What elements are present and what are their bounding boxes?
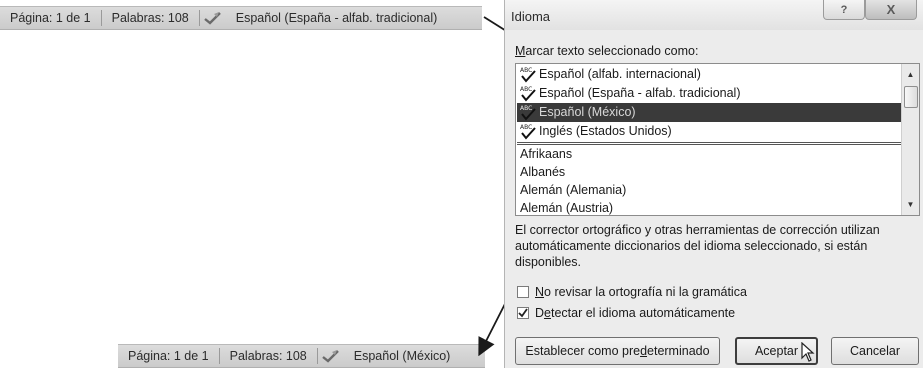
abc-check-icon: ABC	[520, 67, 536, 83]
word-count[interactable]: Palabras: 108	[220, 349, 317, 363]
spelling-check-icon[interactable]	[318, 349, 344, 363]
svg-text:ABC: ABC	[520, 67, 532, 74]
help-button[interactable]: ?	[823, 0, 865, 20]
no-proof-label: No revisar la ortografía ni la gramática	[535, 285, 747, 299]
checkbox-unchecked[interactable]	[517, 286, 529, 298]
help-icon: ?	[840, 3, 848, 16]
spelling-check-icon[interactable]	[200, 11, 226, 25]
checkmark-icon	[518, 308, 528, 318]
svg-text:ABC: ABC	[520, 124, 532, 131]
list-item[interactable]: Alemán (Alemania)	[517, 181, 901, 200]
dialog-title: Idioma	[511, 9, 551, 24]
page-count[interactable]: Página: 1 de 1	[118, 349, 219, 363]
language-indicator[interactable]: Español (España - alfab. tradicional)	[226, 11, 448, 25]
checkbox-checked[interactable]	[517, 307, 529, 319]
list-label: Marcar texto seleccionado como:	[515, 44, 699, 58]
scroll-up-arrow-icon[interactable]: ▲	[902, 66, 919, 83]
abc-check-icon: ABC	[520, 124, 536, 140]
cancel-button[interactable]: Cancelar	[831, 337, 919, 365]
list-item-selected[interactable]: ABC Español (México)	[517, 103, 901, 122]
dialog-titlebar[interactable]: Idioma ? X	[505, 0, 923, 30]
list-item[interactable]: Albanés	[517, 163, 901, 182]
list-item[interactable]: Alemán (Austria)	[517, 199, 901, 215]
page-count[interactable]: Página: 1 de 1	[0, 11, 101, 25]
scroll-thumb[interactable]	[904, 86, 918, 108]
word-count[interactable]: Palabras: 108	[102, 11, 199, 25]
language-dialog: Idioma ? X Marcar texto seleccionado com…	[504, 0, 923, 368]
no-proof-checkbox[interactable]: No revisar la ortografía ni la gramática	[517, 285, 747, 299]
language-list[interactable]: ABC Español (alfab. internacional) ABC E…	[515, 63, 920, 216]
description-text: El corrector ortográfico y otras herrami…	[515, 223, 880, 269]
vertical-scrollbar[interactable]: ▲ ▼	[901, 64, 919, 215]
access-key: M	[515, 44, 526, 58]
set-default-button[interactable]: Establecer como pre d eterminado	[515, 337, 720, 365]
close-icon: X	[886, 2, 896, 17]
status-bar-bottom: Página: 1 de 1 Palabras: 108 Español (Mé…	[118, 344, 485, 368]
close-button[interactable]: X	[865, 0, 917, 20]
abc-check-icon: ABC	[520, 86, 536, 102]
list-item[interactable]: ABC Español (España - alfab. tradicional…	[517, 84, 901, 103]
detect-language-checkbox[interactable]: Detectar el idioma automáticamente	[517, 306, 735, 320]
list-item[interactable]: ABC Inglés (Estados Unidos)	[517, 122, 901, 141]
list-item[interactable]: ABC Español (alfab. internacional)	[517, 65, 901, 84]
mouse-pointer-icon	[801, 342, 815, 362]
detect-language-label: Detectar el idioma automáticamente	[535, 306, 736, 320]
svg-text:ABC: ABC	[520, 105, 532, 112]
svg-text:ABC: ABC	[520, 86, 532, 93]
status-bar-top: Página: 1 de 1 Palabras: 108 Español (Es…	[0, 6, 482, 30]
list-item[interactable]: Afrikaans	[517, 145, 901, 164]
language-indicator[interactable]: Español (México)	[344, 349, 461, 363]
scroll-down-arrow-icon[interactable]: ▼	[902, 196, 919, 213]
abc-check-icon: ABC	[520, 105, 536, 121]
